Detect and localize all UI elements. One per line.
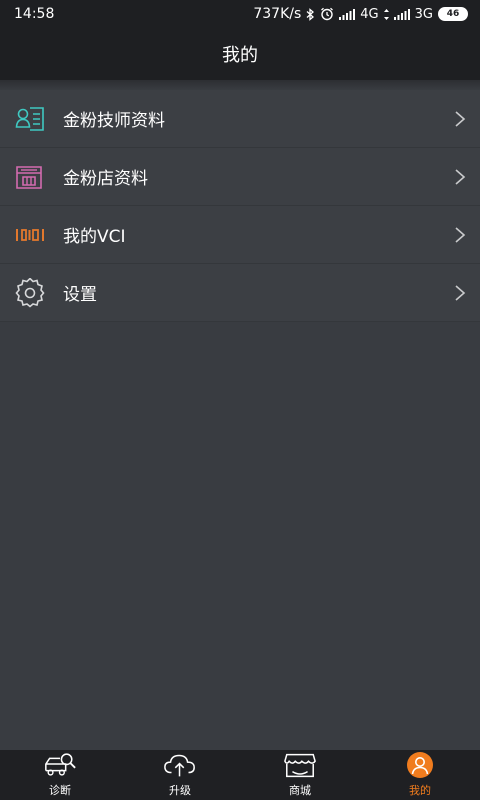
net-speed: 737K/s — [253, 6, 302, 22]
chevron-right-icon — [455, 110, 466, 127]
menu-item-settings[interactable]: 设置 — [0, 264, 480, 322]
header-divider — [0, 80, 480, 90]
cloud-upgrade-icon — [163, 750, 197, 780]
menu-item-technician-profile[interactable]: 金粉技师资料 — [0, 90, 480, 148]
nav-tab-label: 升级 — [169, 784, 191, 797]
screen: 14:58 737K/s 4G 3G 46 我的 金粉技师资料 金粉店资料 我的… — [0, 0, 480, 800]
menu-item-label: 金粉店资料 — [63, 169, 148, 189]
menu-item-my-vci[interactable]: 我的VCI — [0, 206, 480, 264]
bottom-nav: 诊断 升级 商城 我的 — [0, 750, 480, 800]
chevron-right-icon — [455, 226, 466, 243]
nav-tab-label: 我的 — [409, 784, 431, 797]
status-indicators: 737K/s 4G 3G 46 — [253, 6, 468, 22]
nav-tab-diagnose[interactable]: 诊断 — [0, 750, 120, 800]
page-header: 我的 — [0, 28, 480, 80]
nav-tab-label: 商城 — [289, 784, 311, 797]
status-bar: 14:58 737K/s 4G 3G 46 — [0, 0, 480, 28]
store-icon — [283, 750, 317, 780]
nav-tab-upgrade[interactable]: 升级 — [120, 750, 240, 800]
profile-menu: 金粉技师资料 金粉店资料 我的VCI 设置 — [0, 90, 480, 322]
menu-item-label: 设置 — [63, 285, 97, 305]
diagnose-car-icon — [43, 750, 77, 780]
status-time: 14:58 — [14, 6, 55, 22]
chevron-right-icon — [455, 284, 466, 301]
signal-icon — [339, 8, 356, 20]
signal2-label: 3G — [414, 6, 433, 22]
menu-item-label: 金粉技师资料 — [63, 111, 165, 131]
gear-icon — [15, 277, 45, 308]
user-icon — [403, 750, 437, 780]
nav-tab-me[interactable]: 我的 — [360, 750, 480, 800]
signal-icon-2 — [393, 8, 410, 20]
alarm-icon — [320, 7, 334, 21]
signal1-label: 4G — [360, 6, 379, 22]
nav-tab-store[interactable]: 商城 — [240, 750, 360, 800]
page-title: 我的 — [222, 45, 258, 66]
battery-icon: 46 — [438, 7, 468, 21]
data-arrows-icon — [383, 8, 389, 20]
technician-profile-icon — [15, 104, 45, 134]
menu-item-shop-profile[interactable]: 金粉店资料 — [0, 148, 480, 206]
vci-device-icon — [15, 220, 45, 250]
shop-profile-icon — [15, 162, 45, 192]
menu-item-label: 我的VCI — [63, 227, 126, 247]
bluetooth-icon — [306, 7, 315, 21]
chevron-right-icon — [455, 168, 466, 185]
nav-tab-label: 诊断 — [49, 784, 71, 797]
